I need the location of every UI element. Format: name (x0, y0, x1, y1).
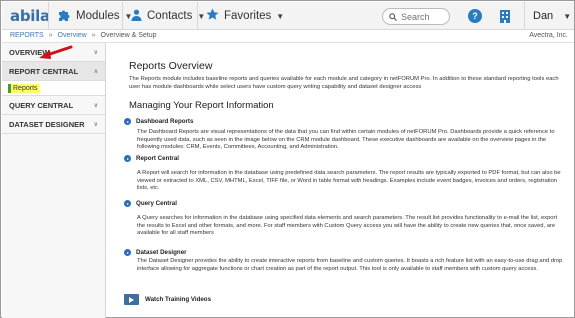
top-navigation-bar: abila Modules ▼ Contacts ▼ Favorites ▼ S… (2, 2, 574, 30)
contacts-label: Contacts (147, 10, 193, 22)
chevron-down-icon: ∨ (93, 121, 98, 128)
chevron-down-icon: ▼ (276, 11, 285, 21)
section-title[interactable]: Report Central (124, 155, 564, 162)
search-input[interactable] (401, 11, 449, 22)
sidebar-item-query-central[interactable]: QUERY CENTRAL ∨ (2, 96, 105, 115)
video-icon (124, 294, 139, 305)
sidebar-item-dataset-designer[interactable]: DATASET DESIGNER ∨ (2, 115, 105, 134)
callout-arrow-icon (37, 45, 73, 61)
play-circle-icon (124, 200, 131, 207)
breadcrumb-overview[interactable]: Overview (58, 32, 87, 39)
chevron-down-icon: ∨ (93, 102, 98, 109)
section-title-text: Dashboard Reports (136, 118, 194, 125)
puzzle-icon (57, 8, 71, 25)
sidebar-item-report-central[interactable]: REPORT CENTRAL ∧ (2, 62, 105, 81)
section-body: A Query searches for information in the … (137, 215, 558, 237)
section-heading: Managing Your Report Information (129, 100, 274, 111)
training-videos-link[interactable]: Watch Training Videos (124, 294, 211, 305)
section-title[interactable]: Dashboard Reports (124, 118, 564, 125)
breadcrumb-bar: REPORTS » Overview » Overview & Setup Av… (2, 30, 574, 43)
building-icon[interactable] (499, 9, 511, 23)
breadcrumb-reports[interactable]: REPORTS (10, 32, 44, 39)
section-body: A Report will search for information in … (137, 170, 561, 192)
help-icon[interactable]: ? (468, 9, 482, 23)
section-title-text: Query Central (136, 200, 177, 207)
section-title-text: Dataset Designer (136, 249, 187, 256)
page-title: Reports Overview (129, 60, 213, 72)
favorites-menu[interactable]: Favorites ▼ (197, 2, 285, 30)
section-body: The Dashboard Reports are visual represe… (137, 129, 555, 151)
search-box[interactable] (382, 8, 450, 25)
play-circle-icon (124, 155, 131, 162)
sidebar-subitem-label: Reports (8, 83, 40, 93)
user-menu[interactable]: Dan ▼ (524, 2, 575, 30)
intro-text: The Reports module includes baseline rep… (129, 76, 559, 90)
sidebar-item-label: DATASET DESIGNER (9, 119, 85, 129)
sidebar-item-label: REPORT CENTRAL (9, 66, 79, 76)
sidebar-subitem-reports[interactable]: Reports (2, 81, 105, 96)
sidebar-item-label: QUERY CENTRAL (9, 100, 74, 110)
modules-label: Modules (76, 10, 120, 22)
play-circle-icon (124, 249, 131, 256)
section-title[interactable]: Dataset Designer (124, 249, 564, 256)
play-circle-icon (124, 118, 131, 125)
app-window: abila Modules ▼ Contacts ▼ Favorites ▼ S… (0, 0, 575, 318)
breadcrumb-current: Overview & Setup (100, 32, 157, 39)
person-icon (131, 9, 142, 24)
chevron-down-icon: ▼ (563, 11, 572, 21)
chevron-down-icon: ∨ (93, 49, 98, 56)
sidebar: OVERVIEW ∨ REPORT CENTRAL ∧ Reports QUER… (2, 43, 106, 318)
section-title[interactable]: Query Central (124, 200, 564, 207)
training-videos-label: Watch Training Videos (145, 296, 212, 303)
section-dataset-designer: Dataset Designer The Dataset Designer pr… (124, 249, 564, 273)
search-icon (389, 8, 397, 26)
favorites-label: Favorites (224, 10, 272, 22)
breadcrumb-separator: » (48, 32, 53, 39)
breadcrumb: REPORTS » Overview » Overview & Setup (10, 32, 157, 39)
chevron-up-icon: ∧ (93, 68, 98, 75)
breadcrumb-separator: » (91, 32, 96, 39)
user-name: Dan (533, 10, 554, 22)
section-query-central: Query Central A Query searches for infor… (124, 200, 564, 238)
abila-logo[interactable]: abila (10, 7, 50, 25)
contacts-menu[interactable]: Contacts ▼ (122, 2, 205, 30)
star-icon (206, 8, 219, 24)
organization-name: Avectra, Inc. (529, 32, 568, 39)
section-body: The Dataset Designer provides the abilit… (137, 258, 563, 272)
section-title-text: Report Central (136, 155, 179, 162)
section-report-central: Report Central A Report will search for … (124, 155, 564, 193)
section-dashboard-reports: Dashboard Reports The Dashboard Reports … (124, 118, 564, 152)
